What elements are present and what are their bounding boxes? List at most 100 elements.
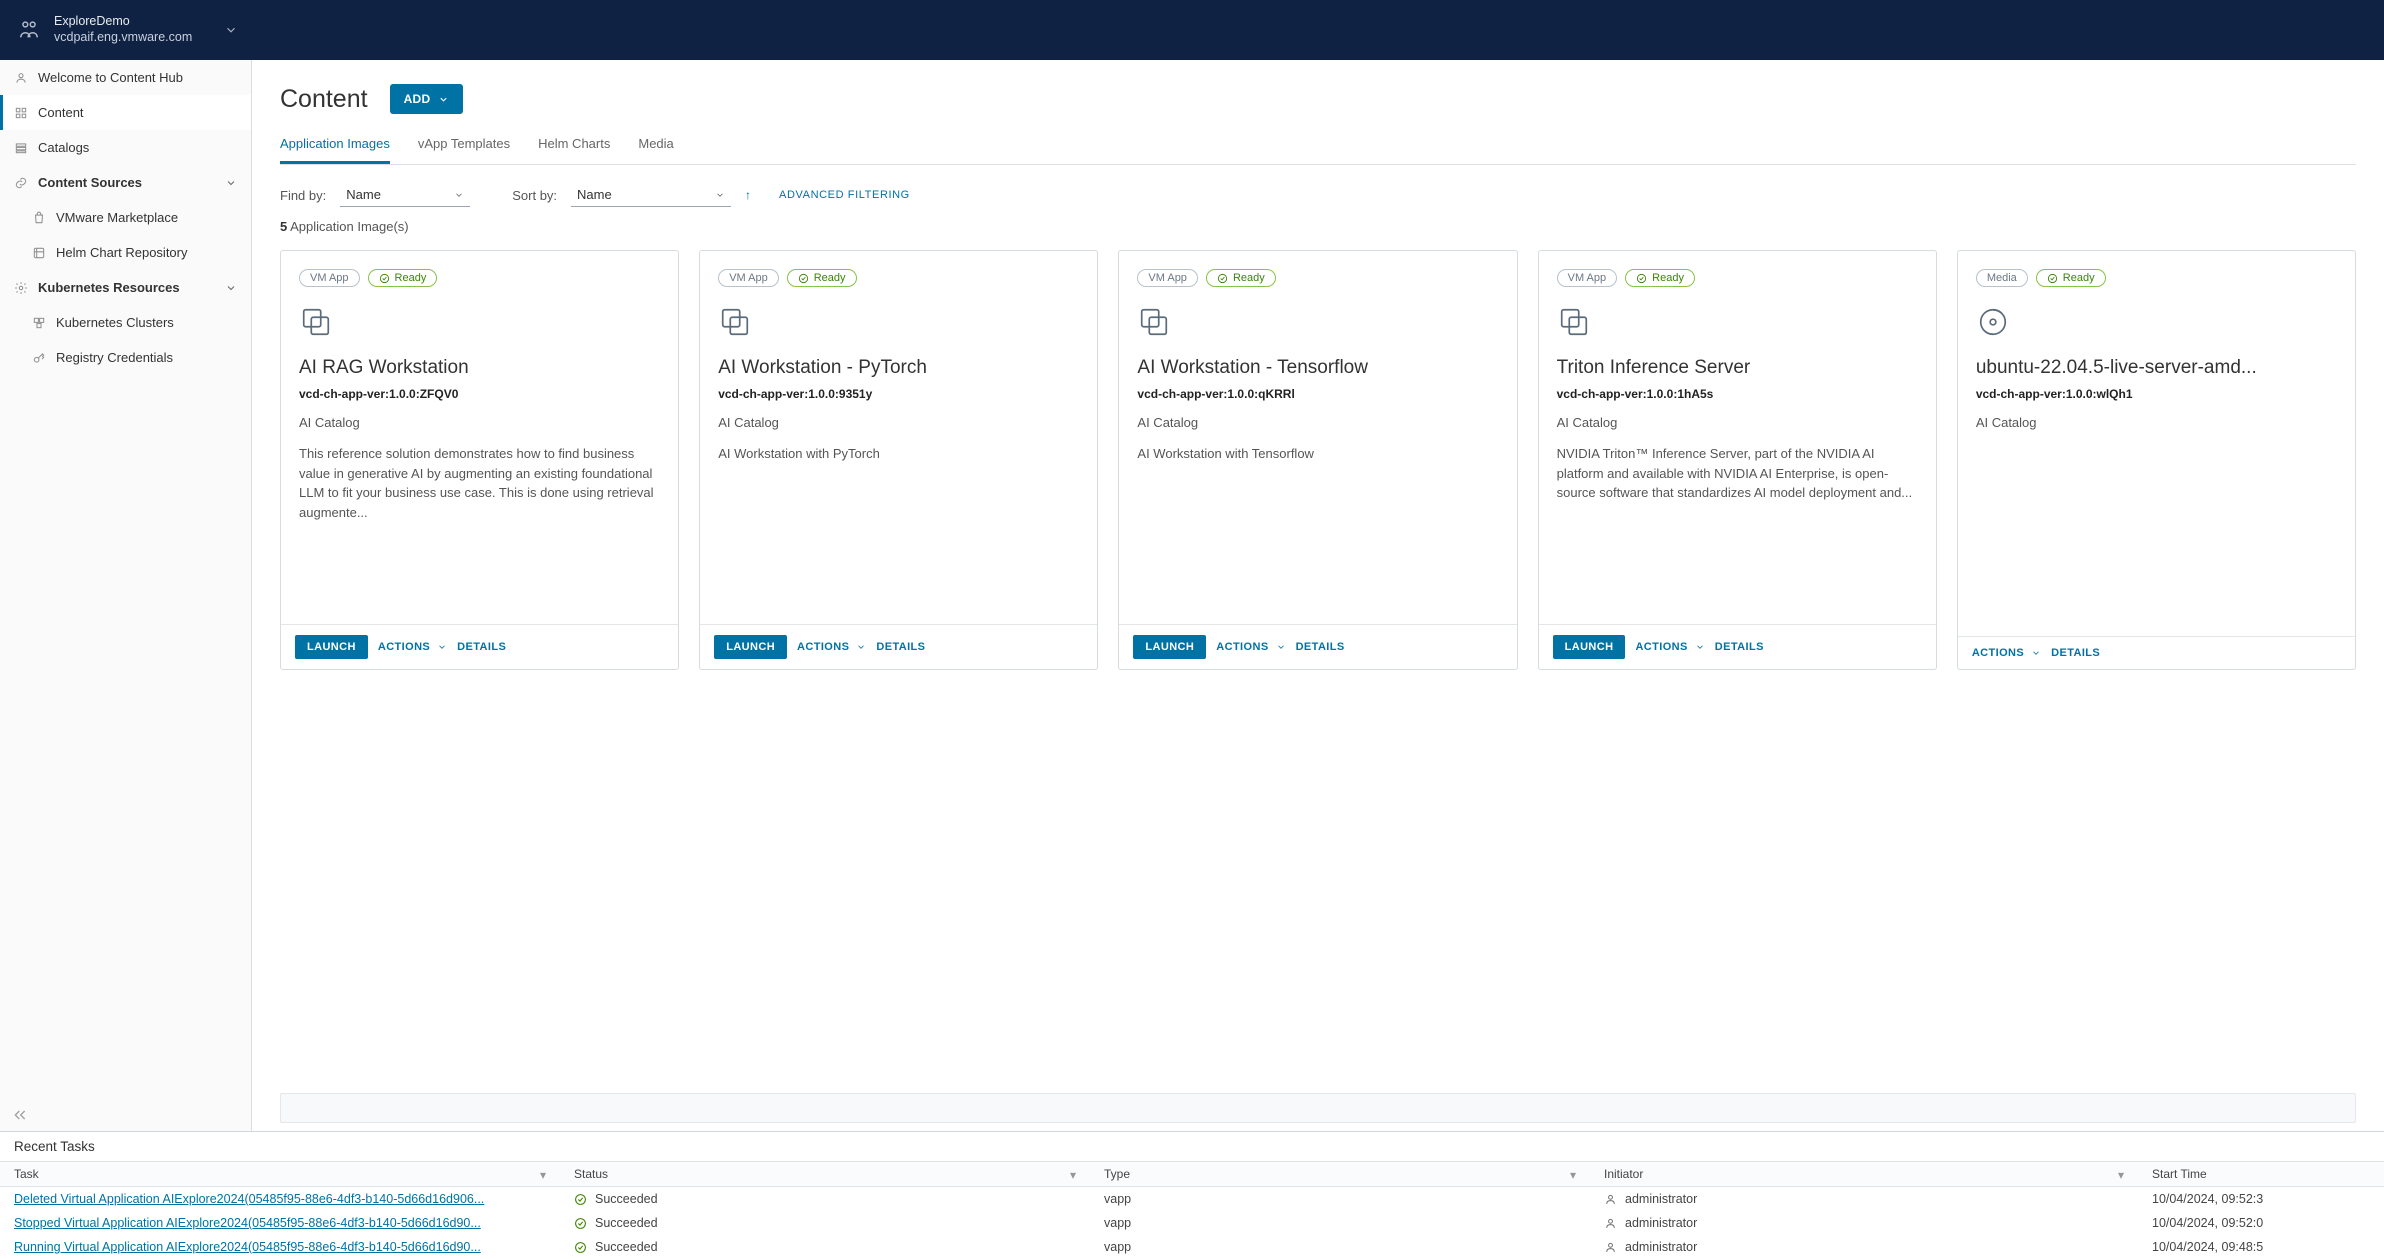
sort-by-label: Sort by: bbox=[512, 188, 557, 203]
actions-dropdown[interactable]: ACTIONS bbox=[1635, 641, 1704, 653]
user-icon bbox=[14, 71, 28, 85]
sidebar-item-catalogs[interactable]: Catalogs bbox=[0, 130, 251, 165]
details-link[interactable]: DETAILS bbox=[2051, 647, 2100, 659]
actions-dropdown[interactable]: ACTIONS bbox=[1216, 641, 1285, 653]
check-circle-icon bbox=[379, 273, 390, 284]
card-title: Triton Inference Server bbox=[1557, 357, 1918, 379]
details-link[interactable]: DETAILS bbox=[1715, 641, 1764, 653]
filter-icon[interactable]: ▾ bbox=[2118, 1168, 2124, 1182]
add-label: ADD bbox=[404, 92, 431, 106]
sort-by-value: Name bbox=[577, 187, 612, 202]
col-status[interactable]: Status▾ bbox=[560, 1162, 1090, 1187]
bag-icon bbox=[32, 211, 46, 225]
check-circle-icon bbox=[798, 273, 809, 284]
advanced-filtering-link[interactable]: ADVANCED FILTERING bbox=[779, 189, 910, 201]
status-badge: Ready bbox=[2036, 269, 2106, 287]
col-initiator[interactable]: Initiator▾ bbox=[1590, 1162, 2138, 1187]
col-type[interactable]: Type▾ bbox=[1090, 1162, 1590, 1187]
sidebar: Welcome to Content Hub Content Catalogs … bbox=[0, 60, 252, 1131]
task-link[interactable]: Deleted Virtual Application AIExplore202… bbox=[14, 1192, 484, 1206]
user-icon bbox=[1604, 1217, 1617, 1230]
tab-helm-charts[interactable]: Helm Charts bbox=[538, 136, 610, 164]
check-circle-icon bbox=[1217, 273, 1228, 284]
filter-icon[interactable]: ▾ bbox=[1570, 1168, 1576, 1182]
find-by-select[interactable]: Name bbox=[340, 183, 470, 207]
sidebar-group-label: Content Sources bbox=[38, 175, 142, 190]
sidebar-item-helm-repo[interactable]: Helm Chart Repository bbox=[0, 235, 251, 270]
start-cell: 10/04/2024, 09:52:3 bbox=[2138, 1187, 2384, 1212]
card-title: AI RAG Workstation bbox=[299, 357, 660, 379]
type-badge: VM App bbox=[1557, 269, 1618, 287]
main: Content ADD Application Images vApp Temp… bbox=[252, 60, 2384, 1131]
sidebar-item-welcome[interactable]: Welcome to Content Hub bbox=[0, 60, 251, 95]
card-catalog: AI Catalog bbox=[1976, 415, 2337, 430]
task-row: Deleted Virtual Application AIExplore202… bbox=[0, 1187, 2384, 1212]
user-icon bbox=[1604, 1241, 1617, 1254]
tab-app-images[interactable]: Application Images bbox=[280, 136, 390, 164]
sidebar-item-registry-creds[interactable]: Registry Credentials bbox=[0, 340, 251, 375]
col-start[interactable]: Start Time bbox=[2138, 1162, 2384, 1187]
vmapp-icon bbox=[1557, 305, 1591, 339]
details-link[interactable]: DETAILS bbox=[876, 641, 925, 653]
sidebar-label: Registry Credentials bbox=[56, 350, 173, 365]
check-circle-icon bbox=[574, 1193, 587, 1206]
status-badge: Ready bbox=[1206, 269, 1276, 287]
vmapp-icon bbox=[718, 305, 752, 339]
page-title: Content bbox=[280, 85, 368, 114]
launch-button[interactable]: LAUNCH bbox=[714, 635, 787, 659]
launch-button[interactable]: LAUNCH bbox=[295, 635, 368, 659]
launch-button[interactable]: LAUNCH bbox=[1553, 635, 1626, 659]
card-catalog: AI Catalog bbox=[1557, 415, 1918, 430]
sidebar-label: Kubernetes Clusters bbox=[56, 315, 174, 330]
start-cell: 10/04/2024, 09:52:0 bbox=[2138, 1211, 2384, 1235]
tab-vapp-templates[interactable]: vApp Templates bbox=[418, 136, 510, 164]
actions-dropdown[interactable]: ACTIONS bbox=[378, 641, 447, 653]
task-row: Stopped Virtual Application AIExplore202… bbox=[0, 1211, 2384, 1235]
result-count: 5 Application Image(s) bbox=[280, 219, 2356, 234]
sort-by-select[interactable]: Name bbox=[571, 183, 731, 207]
add-button[interactable]: ADD bbox=[390, 84, 464, 114]
sidebar-collapse[interactable] bbox=[0, 1099, 251, 1131]
col-task[interactable]: Task▾ bbox=[0, 1162, 560, 1187]
link-icon bbox=[14, 176, 28, 190]
details-link[interactable]: DETAILS bbox=[457, 641, 506, 653]
sidebar-group-sources[interactable]: Content Sources bbox=[0, 165, 251, 200]
sort-direction-asc[interactable]: ↑ bbox=[745, 188, 751, 202]
chevron-down-icon[interactable] bbox=[224, 23, 238, 37]
actions-dropdown[interactable]: ACTIONS bbox=[1972, 647, 2041, 659]
status-badge: Ready bbox=[1625, 269, 1695, 287]
sidebar-label: Catalogs bbox=[38, 140, 89, 155]
type-cell: vapp bbox=[1090, 1235, 1590, 1259]
chevron-down-icon bbox=[715, 190, 725, 200]
check-circle-icon bbox=[1636, 273, 1647, 284]
chevron-down-icon bbox=[225, 177, 237, 189]
chevron-down-icon bbox=[454, 190, 464, 200]
topbar-context[interactable]: ExploreDemo vcdpaif.eng.vmware.com bbox=[54, 14, 192, 45]
sidebar-item-content[interactable]: Content bbox=[0, 95, 251, 130]
find-by-value: Name bbox=[346, 187, 381, 202]
status-text: Succeeded bbox=[595, 1216, 658, 1230]
sidebar-item-k8s-clusters[interactable]: Kubernetes Clusters bbox=[0, 305, 251, 340]
check-circle-icon bbox=[574, 1217, 587, 1230]
task-link[interactable]: Running Virtual Application AIExplore202… bbox=[14, 1240, 481, 1254]
sidebar-item-marketplace[interactable]: VMware Marketplace bbox=[0, 200, 251, 235]
details-link[interactable]: DETAILS bbox=[1296, 641, 1345, 653]
task-link[interactable]: Stopped Virtual Application AIExplore202… bbox=[14, 1216, 481, 1230]
topbar-title: ExploreDemo bbox=[54, 14, 192, 30]
tab-media[interactable]: Media bbox=[638, 136, 673, 164]
card-version: vcd-ch-app-ver:1.0.0:ZFQV0 bbox=[299, 387, 660, 401]
initiator-text: administrator bbox=[1625, 1240, 1697, 1254]
filter-icon[interactable]: ▾ bbox=[540, 1168, 546, 1182]
sidebar-label: Content bbox=[38, 105, 84, 120]
sidebar-group-k8s[interactable]: Kubernetes Resources bbox=[0, 270, 251, 305]
card-title: AI Workstation - Tensorflow bbox=[1137, 357, 1498, 379]
pagination-bar[interactable] bbox=[280, 1093, 2356, 1123]
app-card: VM App Ready Triton Inference Server vcd… bbox=[1538, 250, 1937, 670]
filter-icon[interactable]: ▾ bbox=[1070, 1168, 1076, 1182]
user-icon bbox=[1604, 1193, 1617, 1206]
app-card: Media Ready ubuntu-22.04.5-live-server-a… bbox=[1957, 250, 2356, 670]
actions-dropdown[interactable]: ACTIONS bbox=[797, 641, 866, 653]
launch-button[interactable]: LAUNCH bbox=[1133, 635, 1206, 659]
tasks-table: Task▾ Status▾ Type▾ Initiator▾ Start Tim… bbox=[0, 1161, 2384, 1259]
card-description: This reference solution demonstrates how… bbox=[299, 444, 660, 522]
